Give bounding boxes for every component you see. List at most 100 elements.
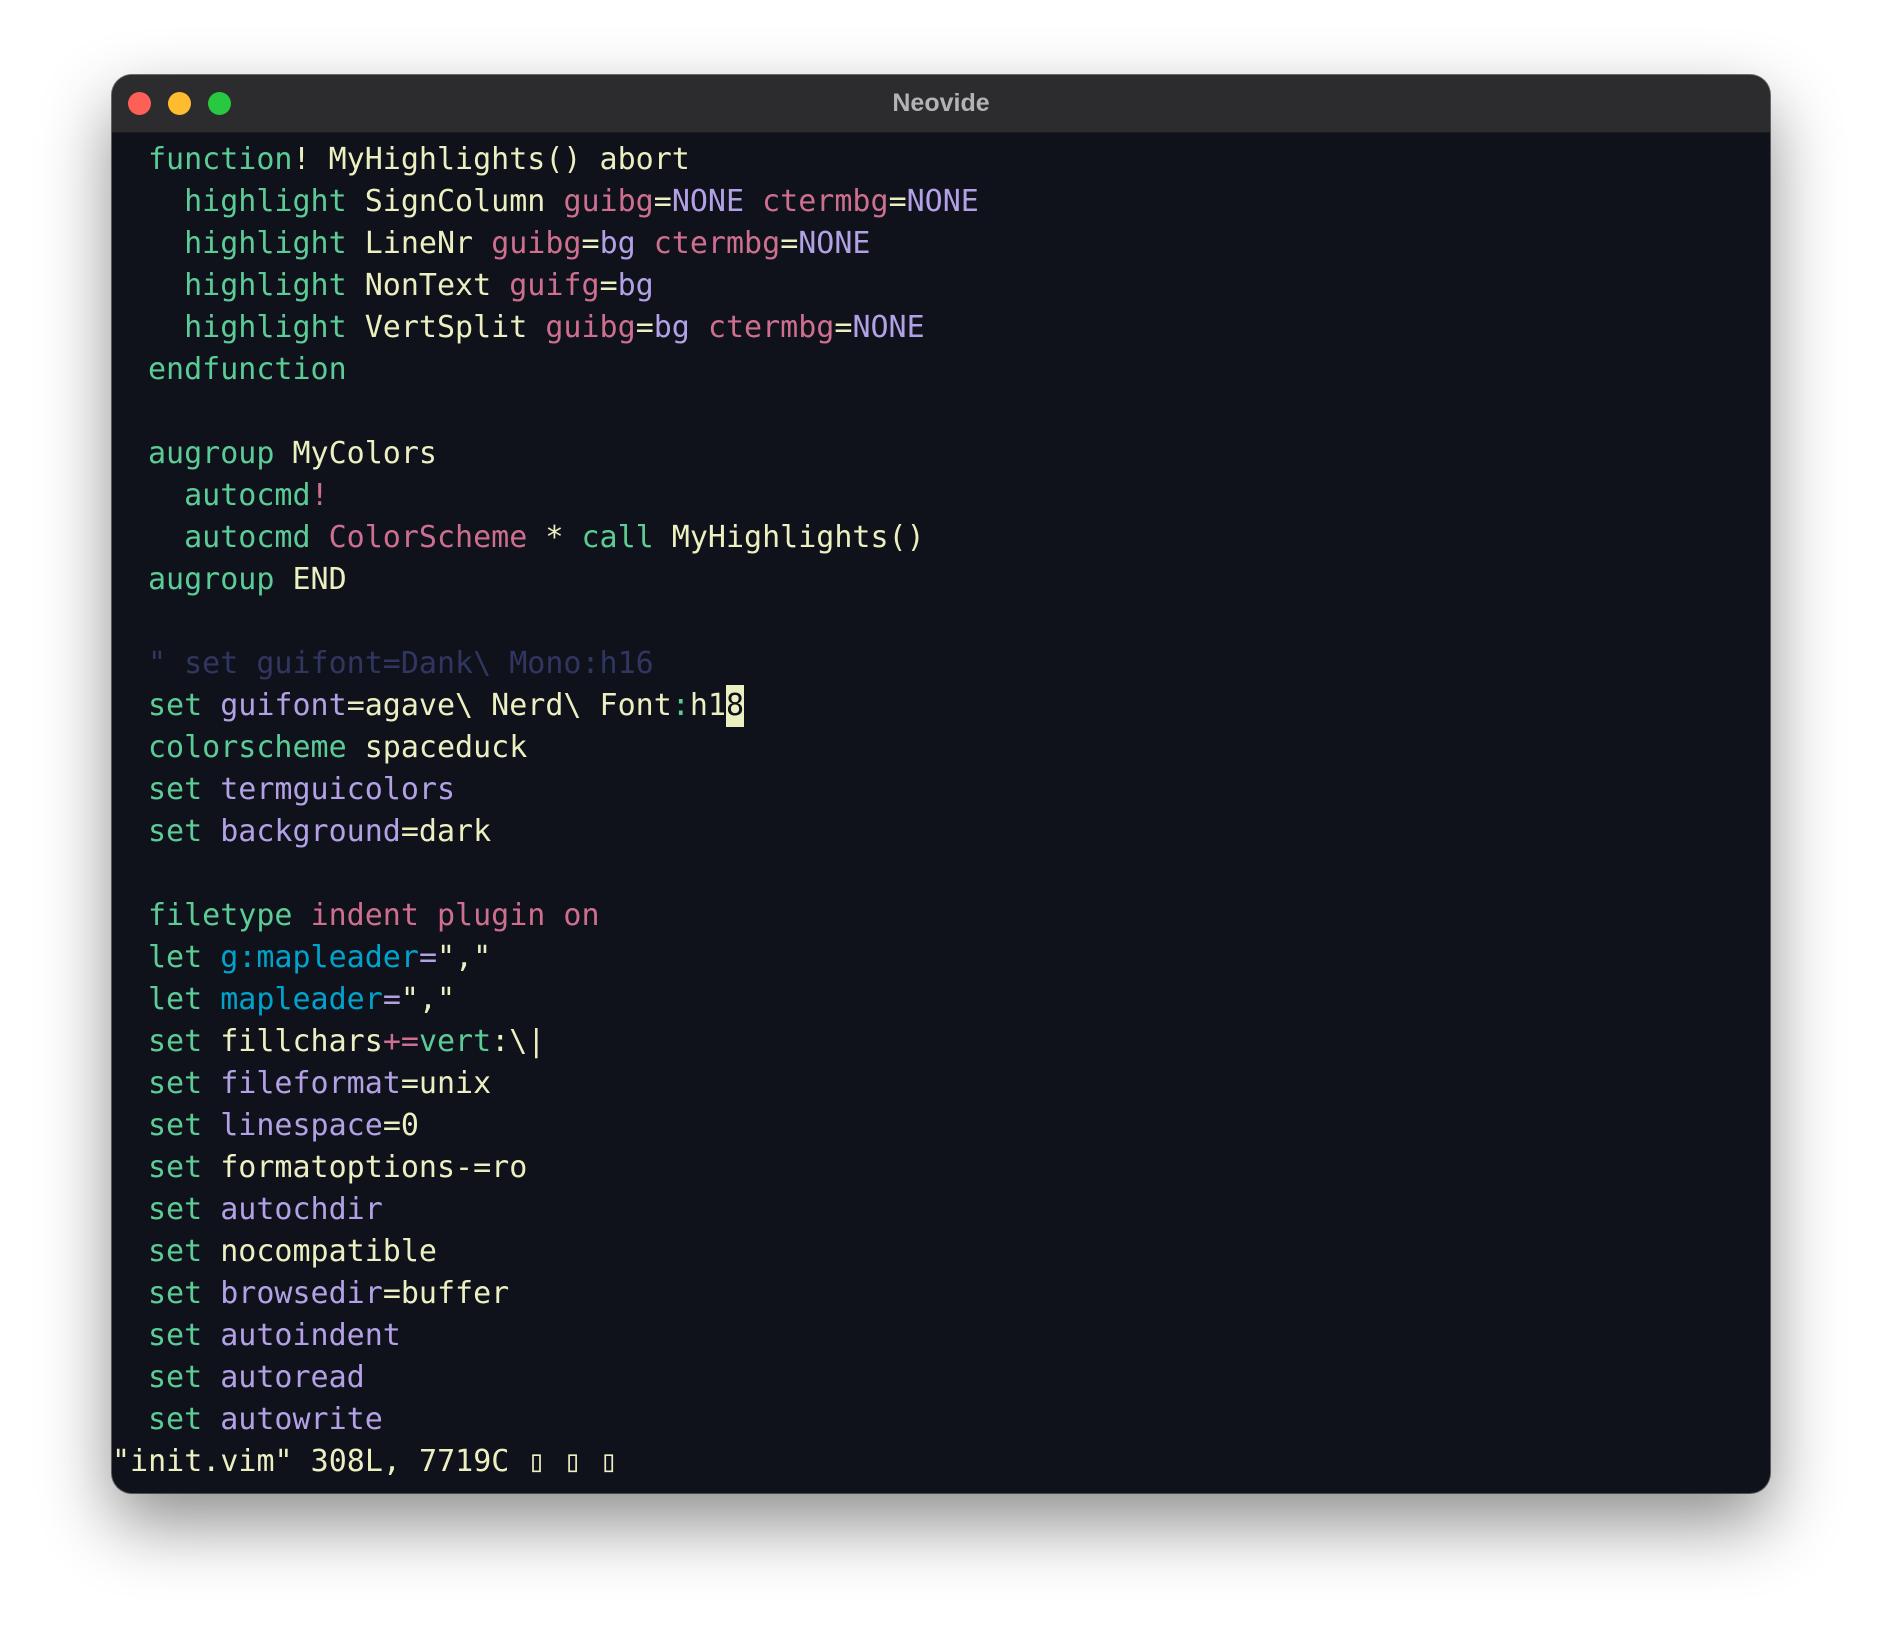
code-token: END bbox=[274, 562, 347, 597]
code-line: set autowrite bbox=[148, 1399, 383, 1441]
code-token: set bbox=[148, 814, 203, 849]
code-token: set bbox=[148, 772, 203, 807]
code-token: termguicolors bbox=[220, 772, 456, 807]
code-token: h1 bbox=[689, 688, 726, 723]
code-token: SignColumn bbox=[346, 184, 564, 219]
command-line-message: "init.vim" 308L, 7719C ▯ ▯ ▯ bbox=[112, 1444, 618, 1479]
code-token: formatoptions-=ro bbox=[202, 1150, 528, 1185]
code-token: VertSplit bbox=[346, 310, 546, 345]
code-token: set bbox=[148, 1192, 203, 1227]
code-token: set bbox=[148, 1402, 203, 1437]
code-line: highlight VertSplit guibg=bg ctermbg=NON… bbox=[148, 307, 925, 349]
code-token: autocmd bbox=[148, 478, 311, 513]
code-token: NONE bbox=[671, 184, 745, 219]
code-token: = bbox=[581, 226, 600, 261]
code-token: set bbox=[148, 1150, 203, 1185]
code-token: =unix bbox=[400, 1066, 492, 1101]
code-token: linespace bbox=[220, 1108, 383, 1143]
code-token: MyHighlights() bbox=[653, 520, 925, 555]
code-line: set autoindent bbox=[148, 1315, 401, 1357]
code-token: guibg bbox=[545, 310, 636, 345]
code-token: highlight bbox=[148, 184, 347, 219]
code-line: filetype indent plugin on bbox=[148, 895, 600, 937]
code-token: bg bbox=[617, 268, 654, 303]
code-token: background bbox=[220, 814, 401, 849]
code-line: set termguicolors bbox=[148, 769, 455, 811]
code-token: spaceduck bbox=[346, 730, 528, 765]
code-token: ! bbox=[310, 478, 329, 513]
code-token: =dark bbox=[400, 814, 492, 849]
code-line: set background=dark bbox=[148, 811, 491, 853]
code-token: let bbox=[148, 940, 203, 975]
code-token: set bbox=[148, 688, 203, 723]
code-token: set bbox=[148, 1108, 203, 1143]
code-token: let bbox=[148, 982, 203, 1017]
code-token: highlight bbox=[148, 268, 347, 303]
code-token: NONE bbox=[798, 226, 871, 261]
code-line: autocmd! bbox=[148, 475, 329, 517]
code-line: " set guifont=Dank\ Mono:h16 bbox=[148, 643, 654, 685]
code-line: augroup END bbox=[148, 559, 347, 601]
code-line: set formatoptions-=ro bbox=[148, 1147, 527, 1189]
code-token: g:mapleader bbox=[220, 940, 419, 975]
code-token: guibg bbox=[491, 226, 582, 261]
code-token: = bbox=[599, 268, 618, 303]
text-cursor: 8 bbox=[725, 685, 745, 727]
code-token: nocompatible bbox=[202, 1234, 437, 1269]
code-token: fileformat bbox=[220, 1066, 401, 1101]
code-token: augroup bbox=[148, 436, 275, 471]
code-token: autocmd bbox=[148, 520, 311, 555]
code-token: : bbox=[671, 688, 690, 723]
code-line: set nocompatible bbox=[148, 1231, 437, 1273]
neovide-window: Neovide "init.vim" 308L, 7719C ▯ ▯ ▯ fun… bbox=[112, 75, 1770, 1493]
code-line: set browsedir=buffer bbox=[148, 1273, 509, 1315]
editor-buffer[interactable]: "init.vim" 308L, 7719C ▯ ▯ ▯ function! M… bbox=[112, 132, 1770, 1493]
code-token: highlight bbox=[148, 226, 347, 261]
code-line: endfunction bbox=[148, 349, 347, 391]
code-line: highlight LineNr guibg=bg ctermbg=NONE bbox=[148, 223, 871, 265]
code-token: set bbox=[148, 1318, 203, 1353]
code-token: bg bbox=[599, 226, 636, 261]
code-token: vert bbox=[418, 1024, 492, 1059]
code-line: highlight NonText guifg=bg bbox=[148, 265, 654, 307]
code-token: = bbox=[382, 982, 401, 1017]
code-token: =0 bbox=[382, 1108, 419, 1143]
code-line: let g:mapleader="," bbox=[148, 937, 491, 979]
code-token: = bbox=[635, 310, 654, 345]
code-token: fillchars bbox=[202, 1024, 383, 1059]
code-line: set fillchars+=vert:\| bbox=[148, 1021, 545, 1063]
code-token: browsedir bbox=[220, 1276, 383, 1311]
code-token: guifont bbox=[220, 688, 347, 723]
code-token: " set guifont=Dank\ Mono:h16 bbox=[148, 646, 654, 681]
code-token: augroup bbox=[148, 562, 275, 597]
code-token: =buffer bbox=[382, 1276, 510, 1311]
code-token: filetype bbox=[148, 898, 293, 933]
code-token: NONE bbox=[852, 310, 925, 345]
code-token: = bbox=[418, 940, 437, 975]
code-token: ctermbg bbox=[707, 310, 835, 345]
code-token: = bbox=[780, 226, 799, 261]
code-token: =agave\ Nerd\ Font bbox=[346, 688, 672, 723]
code-token: indent plugin on bbox=[310, 898, 600, 933]
code-token: autowrite bbox=[220, 1402, 383, 1437]
code-token: NONE bbox=[906, 184, 979, 219]
code-token: ctermbg bbox=[762, 184, 889, 219]
code-token: = bbox=[653, 184, 672, 219]
code-token: LineNr bbox=[346, 226, 492, 261]
code-token: :\| bbox=[491, 1024, 546, 1059]
